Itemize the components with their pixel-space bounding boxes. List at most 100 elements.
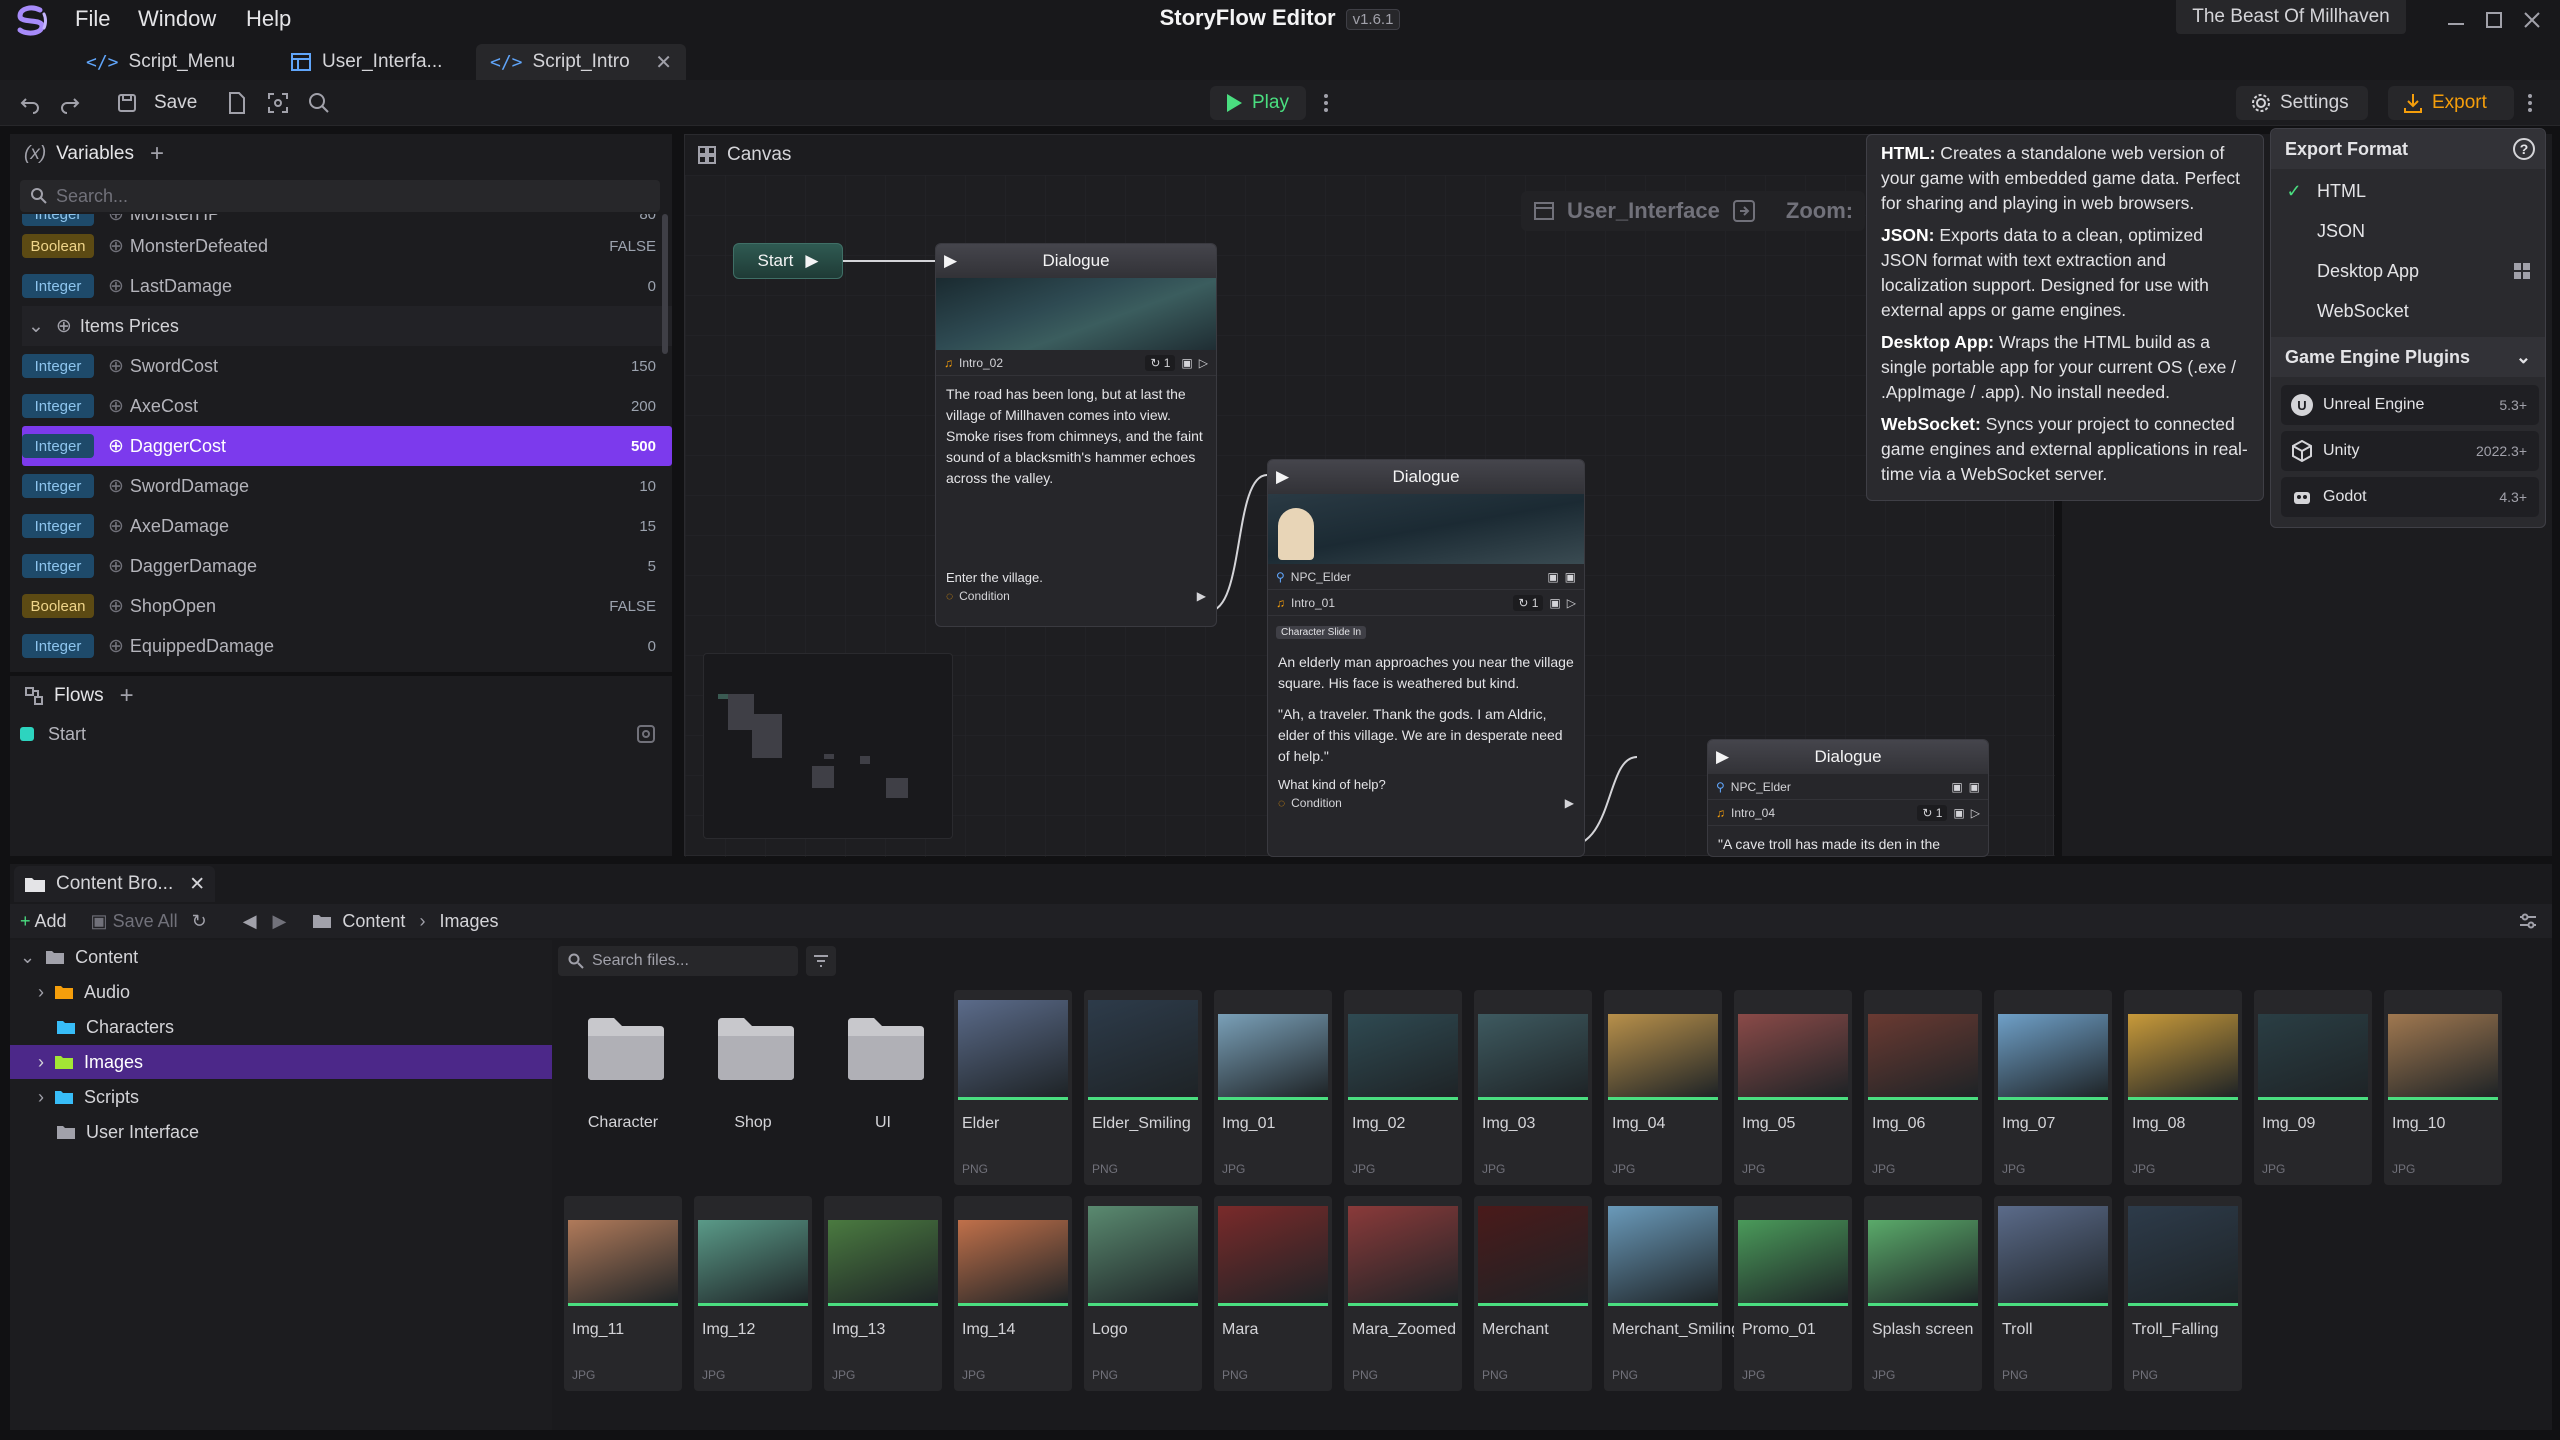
tab-user-interface[interactable]: User_Interfa... bbox=[290, 44, 442, 80]
close-window-icon[interactable] bbox=[2520, 8, 2544, 32]
condition-row[interactable]: ◌ Condition ▶ bbox=[936, 585, 1216, 607]
file-tile[interactable]: Img_10 JPG bbox=[2384, 990, 2502, 1185]
output-pin-icon[interactable]: ▶ bbox=[1197, 589, 1206, 603]
refresh-icon[interactable]: ↻ bbox=[192, 911, 207, 932]
tree-images-selected[interactable]: › Images bbox=[10, 1045, 552, 1079]
filter-icon[interactable] bbox=[806, 946, 836, 976]
start-node[interactable]: Start ▶ bbox=[733, 243, 843, 279]
file-tile[interactable]: Img_14 JPG bbox=[954, 1196, 1072, 1391]
variable-row[interactable]: Boolean ⊕ ShopOpen FALSE bbox=[22, 586, 672, 626]
dialogue-node[interactable]: ▶ Dialogue ⚲ NPC_Elder ▣ ▣ ♫ Intro_01 ↻ 1 ▣ ▷ Ch… bbox=[1267, 459, 1585, 857]
tab-script-menu[interactable]: </> Script_Menu bbox=[86, 44, 235, 80]
zoom-icon[interactable] bbox=[307, 86, 331, 120]
plugin-godot[interactable]: Godot 4.3+ bbox=[2281, 477, 2539, 517]
canvas-panel[interactable]: Canvas User_Interface Zoom: Start ▶ ▶ Dia… bbox=[684, 134, 2055, 857]
condition-row[interactable]: ◌ Condition ▶ bbox=[1268, 794, 1584, 812]
file-tile[interactable]: Img_02 JPG bbox=[1344, 990, 1462, 1185]
play-icon[interactable]: ▷ bbox=[1971, 806, 1980, 820]
variables-search-box[interactable]: Search... bbox=[20, 180, 660, 212]
redo-icon[interactable] bbox=[58, 86, 82, 120]
settings-button[interactable]: Settings bbox=[2236, 86, 2368, 120]
tree-characters[interactable]: Characters bbox=[56, 1010, 596, 1044]
file-tile[interactable]: Troll PNG bbox=[1994, 1196, 2112, 1391]
file-search-box[interactable]: Search files... bbox=[558, 946, 798, 976]
add-button[interactable]: + Add bbox=[20, 911, 67, 932]
file-tile[interactable]: Promo_01 JPG bbox=[1734, 1196, 1852, 1391]
tab-close-icon[interactable]: ✕ bbox=[655, 50, 672, 75]
variables-scrollbar[interactable] bbox=[662, 214, 668, 354]
plugin-unreal[interactable]: U Unreal Engine 5.3+ bbox=[2281, 385, 2539, 425]
file-tile[interactable]: Elder_Smiling PNG bbox=[1084, 990, 1202, 1185]
forward-arrow-icon[interactable]: ▶ bbox=[273, 911, 287, 932]
file-tile[interactable]: Img_04 JPG bbox=[1604, 990, 1722, 1185]
character-tag[interactable]: Character Slide In bbox=[1276, 626, 1367, 639]
choice-text[interactable]: Enter the village. bbox=[936, 570, 1216, 585]
play-icon[interactable]: ▷ bbox=[1567, 596, 1576, 610]
variable-row[interactable]: Boolean ⊕ MonsterDefeated FALSE bbox=[22, 226, 672, 266]
variable-row[interactable]: Integer ⊕ AxeDamage 15 bbox=[22, 506, 672, 546]
file-tile[interactable]: Img_07 JPG bbox=[1994, 990, 2112, 1185]
minimap[interactable] bbox=[703, 653, 953, 839]
choice-text[interactable]: What kind of help? bbox=[1268, 775, 1584, 794]
export-option-websocket[interactable]: WebSocket bbox=[2271, 291, 2545, 331]
play-icon[interactable]: ▷ bbox=[1199, 356, 1208, 370]
close-icon[interactable]: ✕ bbox=[189, 873, 205, 896]
tree-audio[interactable]: › Audio bbox=[38, 975, 578, 1009]
file-tile[interactable]: Img_05 JPG bbox=[1734, 990, 1852, 1185]
variable-row-selected[interactable]: Integer ⊕ DaggerCost 500 bbox=[22, 426, 672, 466]
file-tile[interactable]: Logo PNG bbox=[1084, 1196, 1202, 1391]
export-option-json[interactable]: JSON bbox=[2271, 211, 2545, 251]
variable-row[interactable]: Integer ⊕ SwordCost 150 bbox=[22, 346, 672, 386]
focus-icon[interactable] bbox=[636, 724, 656, 744]
file-tile[interactable]: Mara_Zoomed PNG bbox=[1344, 1196, 1462, 1391]
file-tile[interactable]: Merchant_Smiling PNG bbox=[1604, 1196, 1740, 1391]
save-all-button[interactable]: ▣ Save All bbox=[91, 911, 178, 932]
new-file-icon[interactable] bbox=[225, 86, 249, 120]
add-variable-icon[interactable]: + bbox=[150, 140, 164, 168]
variable-row[interactable]: Integer ⊕ DaggerDamage 5 bbox=[22, 546, 672, 586]
export-button[interactable]: Export bbox=[2388, 86, 2514, 120]
more-vertical-icon[interactable] bbox=[1322, 86, 1330, 120]
file-icon[interactable]: ▣ bbox=[1549, 596, 1560, 610]
dialogue-node[interactable]: ▶ Dialogue ♫ Intro_02 ↻ 1 ▣ ▷ The road has be… bbox=[935, 243, 1217, 627]
content-browser-tab[interactable]: Content Bro... ✕ bbox=[14, 866, 216, 902]
breadcrumb-images[interactable]: Images bbox=[439, 911, 498, 932]
file-icon[interactable]: ▣ bbox=[1565, 570, 1576, 584]
node-text[interactable]: The road has been long, but at last the … bbox=[936, 376, 1216, 570]
export-option-html[interactable]: ✓ HTML bbox=[2271, 171, 2545, 211]
breadcrumb-content[interactable]: Content bbox=[342, 911, 405, 932]
folder-tile[interactable]: Character bbox=[564, 990, 682, 1185]
tree-user-interface[interactable]: User Interface bbox=[56, 1115, 596, 1149]
file-icon[interactable]: ▣ bbox=[1951, 780, 1962, 794]
file-tile[interactable]: Splash screen JPG bbox=[1864, 1196, 1982, 1391]
focus-icon[interactable] bbox=[266, 86, 290, 120]
dialogue-node[interactable]: ▶ Dialogue ⚲ NPC_Elder ▣ ▣ ♫ Intro_04 ↻ 1 ▣ ▷ "A… bbox=[1707, 739, 1989, 857]
minimize-icon[interactable] bbox=[2444, 8, 2468, 32]
back-arrow-icon[interactable]: ◀ bbox=[243, 911, 257, 932]
tree-content[interactable]: ⌄ Content bbox=[20, 940, 560, 974]
file-tile[interactable]: Img_12 JPG bbox=[694, 1196, 812, 1391]
file-tile[interactable]: Img_11 JPG bbox=[564, 1196, 682, 1391]
file-tile[interactable]: Img_01 JPG bbox=[1214, 990, 1332, 1185]
maximize-icon[interactable] bbox=[2482, 8, 2506, 32]
more-vertical-icon[interactable] bbox=[2526, 86, 2534, 120]
tab-script-intro[interactable]: </> Script_Intro ✕ bbox=[476, 44, 686, 80]
file-tile[interactable]: Img_13 JPG bbox=[824, 1196, 942, 1391]
folder-tile[interactable]: Shop bbox=[694, 990, 812, 1185]
variable-group-items-prices[interactable]: ⌄ ⊕ Items Prices bbox=[22, 306, 672, 346]
play-button[interactable]: Play bbox=[1210, 86, 1306, 120]
plugins-header[interactable]: Game Engine Plugins ⌄ bbox=[2271, 337, 2545, 377]
node-text[interactable]: "Ah, a traveler. Thank the gods. I am Al… bbox=[1268, 694, 1584, 775]
file-tile[interactable]: Mara PNG bbox=[1214, 1196, 1332, 1391]
help-icon[interactable]: ? bbox=[2513, 138, 2535, 160]
node-text[interactable]: An elderly man approaches you near the v… bbox=[1268, 644, 1584, 694]
save-button[interactable]: Save bbox=[116, 86, 197, 120]
file-icon[interactable]: ▣ bbox=[1547, 570, 1558, 584]
file-tile[interactable]: Img_08 JPG bbox=[2124, 990, 2242, 1185]
variable-row[interactable]: Integer ⊕ EquippedDamage 0 bbox=[22, 626, 672, 666]
node-text[interactable]: "A cave troll has made its den in the bbox=[1708, 826, 1988, 856]
file-tile[interactable]: Troll_Falling PNG bbox=[2124, 1196, 2242, 1391]
add-flow-icon[interactable]: + bbox=[120, 682, 134, 710]
project-name[interactable]: The Beast Of Millhaven bbox=[2176, 0, 2406, 34]
file-icon[interactable]: ▣ bbox=[1969, 780, 1980, 794]
